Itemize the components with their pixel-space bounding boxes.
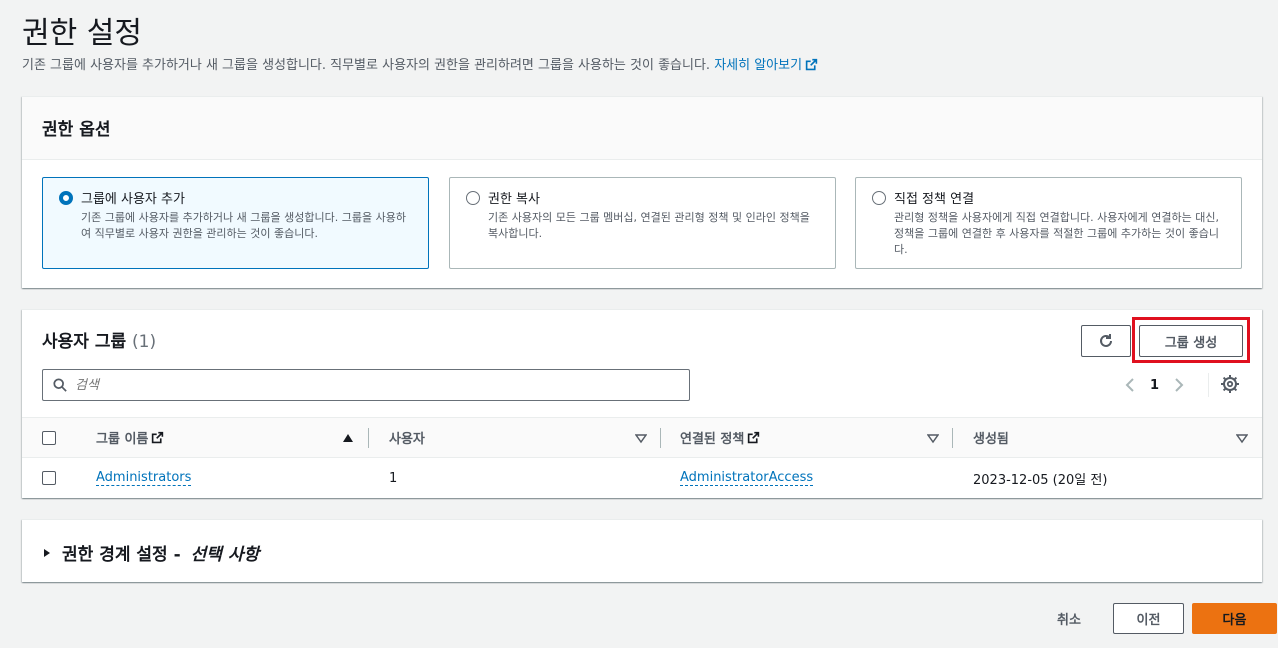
option-description: 관리형 정책을 사용자에게 직접 연결합니다. 사용자에게 연결하는 대신, 정… [894,211,1219,256]
group-users-cell: 1 [389,470,398,486]
user-groups-count: (1) [132,332,157,352]
user-groups-panel: 사용자 그룹 (1) 그룹 생성 1 그룹 이름 사용자 [22,309,1262,498]
create-group-button[interactable]: 그룹 생성 [1139,325,1243,357]
pager-divider [1208,373,1209,397]
permission-options-panel: 권한 옵션 그룹에 사용자 추가 기존 그룹에 사용자를 추가하거나 새 그룹을… [22,96,1262,288]
refresh-icon [1100,334,1112,347]
radio-attach-policies[interactable] [872,191,886,205]
groups-table: 그룹 이름 사용자 연결된 정책 생성됨 Administrators 1 Ad… [22,417,1262,498]
select-all-cell [42,418,56,457]
column-divider [952,428,953,448]
option-attach-policies[interactable]: 직접 정책 연결 관리형 정책을 사용자에게 직접 연결합니다. 사용자에게 연… [855,177,1242,269]
column-divider [660,428,661,448]
select-all-checkbox[interactable] [42,430,56,445]
column-header-name[interactable]: 그룹 이름 [96,418,164,457]
option-description: 기존 그룹에 사용자를 추가하거나 새 그룹을 생성합니다. 그룹을 사용하여 … [81,211,406,240]
chevron-right-icon[interactable] [1173,377,1185,393]
caret-right-icon [44,548,50,557]
row-select-cell [42,458,56,498]
page-title: 권한 설정 [22,16,142,51]
table-header: 그룹 이름 사용자 연결된 정책 생성됨 [22,417,1262,458]
learn-more-link[interactable]: 자세히 알아보기 [714,58,818,73]
option-title: 그룹에 사용자 추가 [81,192,185,207]
column-header-policies[interactable]: 연결된 정책 [680,418,760,457]
cancel-button[interactable]: 취소 [1041,603,1097,634]
sort-ascending-icon[interactable] [342,432,354,444]
option-description: 기존 사용자의 모든 그룹 멤버십, 연결된 관리형 정책 및 인라인 정책을 … [488,211,810,240]
column-divider [368,428,369,448]
sort-icon[interactable] [1236,432,1248,444]
permission-boundary-toggle[interactable]: 권한 경계 설정 - 선택 사항 [42,540,259,565]
group-name-link[interactable]: Administrators [96,470,192,486]
user-groups-title-text: 사용자 그룹 [42,332,127,352]
chevron-left-icon[interactable] [1124,377,1136,393]
radio-add-to-group[interactable] [59,191,73,205]
policy-link[interactable]: AdministratorAccess [680,470,814,486]
pagination: 1 [1124,373,1185,397]
gear-icon[interactable] [1220,374,1240,394]
page-description: 기존 그룹에 사용자를 추가하거나 새 그룹을 생성합니다. 직무별로 사용자의… [22,54,818,73]
column-header-users[interactable]: 사용자 [389,418,425,457]
boundary-title: 권한 경계 설정 - [62,545,181,565]
radio-copy-permissions[interactable] [466,191,480,205]
option-title: 권한 복사 [488,192,540,207]
option-title: 직접 정책 연결 [894,192,975,207]
external-link-icon [748,431,760,444]
sort-icon[interactable] [635,432,647,444]
learn-more-label: 자세히 알아보기 [714,58,803,73]
row-checkbox[interactable] [42,471,56,485]
permission-options-title: 권한 옵션 [22,97,1262,160]
option-copy-permissions[interactable]: 권한 복사 기존 사용자의 모든 그룹 멤버십, 연결된 관리형 정책 및 인라… [449,177,836,269]
next-button[interactable]: 다음 [1192,603,1277,634]
permission-options-tiles: 그룹에 사용자 추가 기존 그룹에 사용자를 추가하거나 새 그룹을 생성합니다… [42,177,1242,269]
group-policies-cell: AdministratorAccess [680,458,814,498]
search-input[interactable] [75,377,635,393]
search-box[interactable] [42,369,690,401]
permission-boundary-panel: 권한 경계 설정 - 선택 사항 [22,519,1262,582]
column-header-created[interactable]: 생성됨 [973,418,1009,457]
page-number[interactable]: 1 [1150,378,1159,393]
column-name-label: 그룹 이름 [96,432,149,447]
table-row: Administrators 1 AdministratorAccess 202… [22,458,1262,498]
refresh-button[interactable] [1081,325,1131,357]
option-add-to-group[interactable]: 그룹에 사용자 추가 기존 그룹에 사용자를 추가하거나 새 그룹을 생성합니다… [42,177,429,269]
column-policies-label: 연결된 정책 [680,432,745,447]
previous-button[interactable]: 이전 [1113,603,1184,634]
page-description-text: 기존 그룹에 사용자를 추가하거나 새 그룹을 생성합니다. 직무별로 사용자의… [22,58,711,73]
search-icon [53,378,67,392]
external-link-icon [805,58,818,71]
external-link-icon [152,431,164,444]
user-groups-title: 사용자 그룹 (1) [42,327,156,352]
boundary-optional: 선택 사항 [190,545,260,565]
group-created-cell: 2023-12-05 (20일 전) [973,472,1108,488]
sort-icon[interactable] [927,432,939,444]
group-name-cell: Administrators [96,458,192,498]
